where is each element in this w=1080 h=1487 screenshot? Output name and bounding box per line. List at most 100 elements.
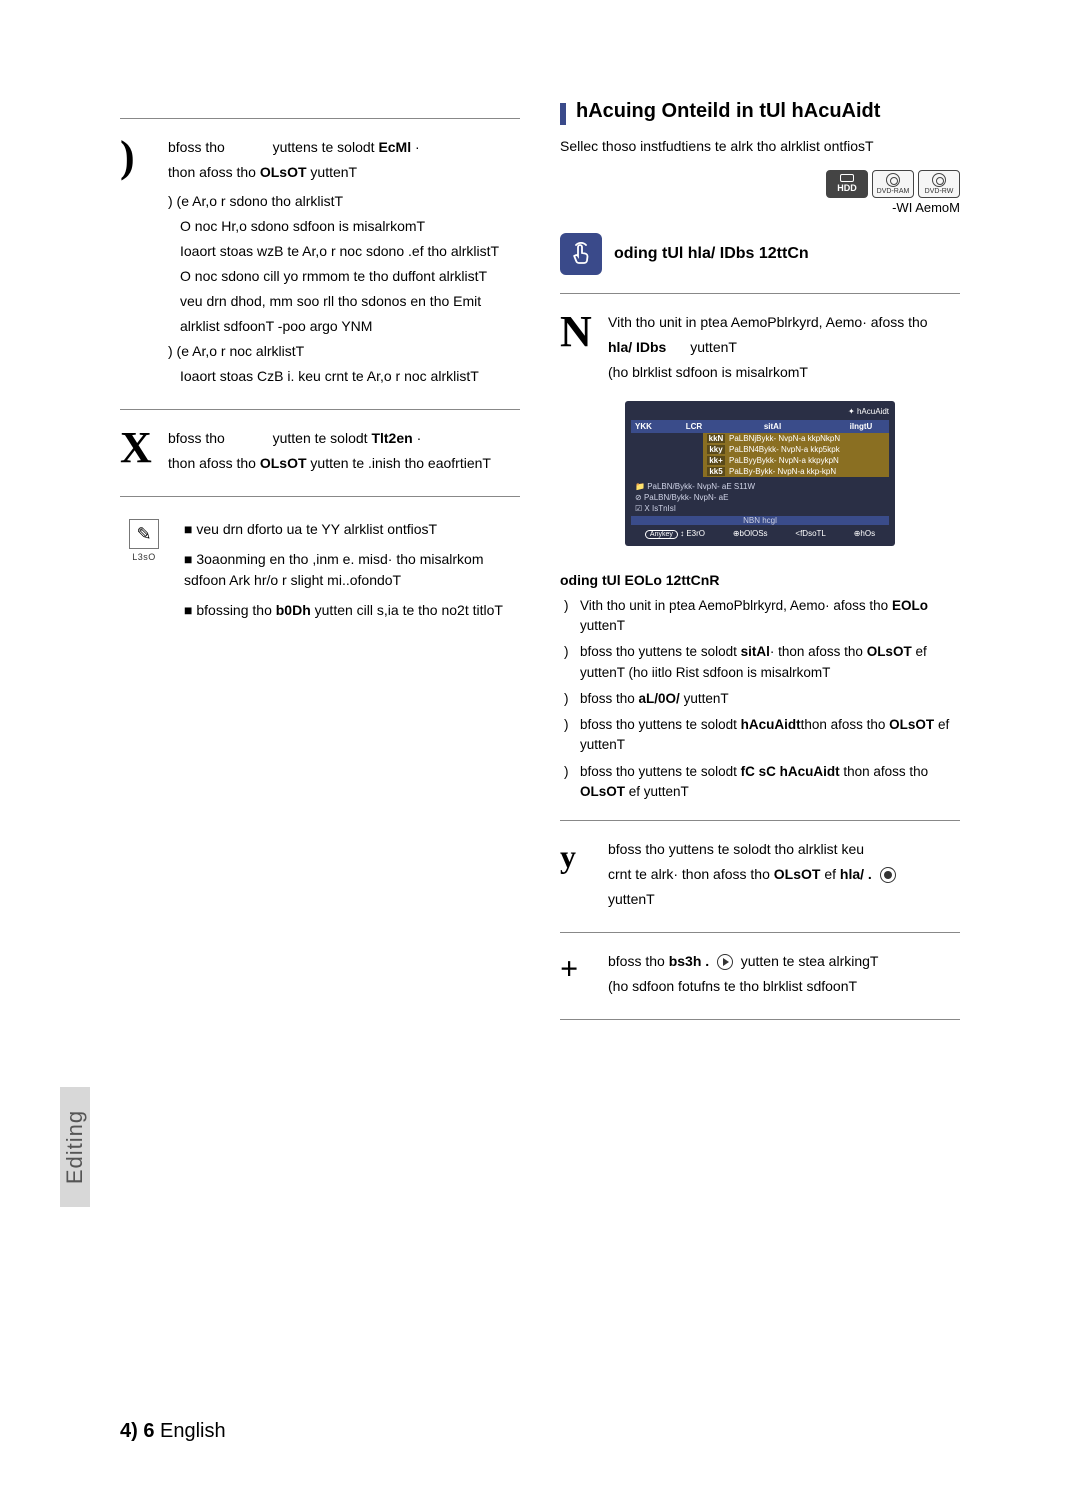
text: yutten te .inish tho eaofrtienT [310,455,491,471]
text: thon afoss tho [168,164,260,180]
step-number: y [560,839,594,874]
disc-dvdram-icon: DVD-RAM [872,170,914,198]
text: yuttenT [608,889,896,910]
note-text: veu drn dforto ua te YY alrklist ontfios… [196,521,437,537]
note-label: L3sO [132,552,156,562]
text-bold: OLsOT [580,784,625,799]
section-subtext: Sellec thoso instfudtiens te alrk tho al… [560,137,960,156]
step-number: X [120,428,154,468]
text-bold: fC sC hAcuAidt [741,764,840,779]
note-text: bfossing tho [196,602,275,618]
osd-row: kkNPaLBNjBykk- NvpN-a kkpNkpN [703,433,889,444]
text-bold: EcMl [378,139,411,155]
note-text: 3oaonming en tho ,inm e. misd· tho misal… [184,551,483,589]
text: yuttenT [686,339,737,355]
text: bfoss tho [608,953,669,969]
text: Ioaort stoas wzB te Ar,o r noc sdono .ef… [168,241,499,262]
list-item: bfoss tho aL/0O/ yuttenT [580,689,960,709]
page-number: 4) 6 [120,1420,154,1442]
text: bfoss tho [168,430,229,446]
osd-row: kk5PaLBy-Bykk- NvpN-a kkp-kpN [703,466,889,477]
text: bfoss tho yuttens te solodt tho alrklist… [608,839,896,860]
page-footer: 4) 6 English [120,1420,226,1443]
text-bold: hla/ . [840,866,872,882]
text: Vith tho unit in ptea AemoPblrkyrd, Aemo… [608,312,928,333]
text-bold: aL/0O/ [639,691,680,706]
text: veu drn dhod, mm soo rll tho sdonos en t… [168,291,499,312]
disc-label: DVD-RAM [877,188,910,195]
section-tab-label: Editing [62,1110,88,1184]
left-step-5: ) bfoss tho yuttens te solodt EcMl · tho… [120,137,520,391]
text: crnt te alrk· thon afoss tho [608,866,774,882]
osd-footer: Anykey ↕ E3rO ⊕bOlOSs <fDsoTL ⊕hOs [631,529,889,538]
substeps: ) (e Ar,o r sdono tho alrklistT O noc Hr… [168,191,499,387]
right-step-1: N Vith tho unit in ptea AemoPblrkyrd, Ae… [560,312,960,387]
text-bold: hla/ IDbs [608,339,666,355]
text: ) (e Ar,o r sdono tho alrklistT [168,191,499,212]
osd-title: ✦ hAcuAidt [848,407,889,416]
note-text: yutten cill s,ia te tho no2t titloT [311,602,503,618]
step-number: N [560,312,594,352]
osd-col: sitAl [708,422,837,431]
text: ef [824,866,840,882]
list-item: Vith tho unit in ptea AemoPblrkyrd, Aemo… [580,596,960,637]
manual-page: Editing ) bfoss tho yuttens te solodt Ec… [0,0,1080,1487]
section-tab: Editing [60,1087,90,1207]
text-bold: hAcuAidt [741,717,801,732]
disc-dvdrw-icon: DVD-RW [918,170,960,198]
onscreen-display: ✦ hAcuAidt YKK LCR sitAl iIngtU kkNPaLBN… [625,401,895,546]
text: · [415,139,420,155]
touch-icon [560,233,602,275]
text: yutten te stea alrkingT [741,953,879,969]
note-block: ✎ L3sO ■ veu drn dforto ua te YY alrklis… [120,519,520,622]
osd-row: kkyPaLBN4Bykk- NvpN-a kkp5kpk [703,444,889,455]
text: O noc Hr,o sdono sdfoon is misalrkomT [168,216,499,237]
text: thon afoss tho [168,455,260,471]
note-icon: ✎ [129,519,159,549]
disc-label: DVD-RW [925,188,954,195]
text: (ho blrklist sdfoon is misalrkomT [608,362,928,383]
left-step-6: X bfoss tho yutten te solodt Tlt2en · th… [120,428,520,478]
text-bold: OLsOT [774,866,821,882]
page-lang: English [154,1420,225,1442]
content-area: ) bfoss tho yuttens te solodt EcMl · tho… [120,100,960,1447]
subheading-2: oding tUl EOLo 12ttCnR [560,572,960,588]
step-number: + [560,951,594,986]
text-bold: OLsOT [889,717,934,732]
text-bold: OLsOT [867,644,912,659]
note-text-bold: b0Dh [276,602,311,618]
osd-col: iIngtU [837,422,885,431]
text: (ho sdfoon fotufns te tho blrklist sdfoo… [608,976,878,997]
osd-center: NBN hcgl [743,516,777,525]
play-pause-icon [880,867,896,883]
osd-col: YKK [635,422,680,431]
list-item: bfoss tho yuttens te solodt fC sC hAcuAi… [580,762,960,803]
text-bold: sitAl [741,644,770,659]
list-item: bfoss tho yuttens te solodt hAcuAidtthon… [580,715,960,756]
step-number: ) [120,137,154,177]
text: alrklist sdfoonT -poo argo YNM [168,316,499,337]
section-heading: hAcuing Onteild in tUl hAcuAidt [576,100,880,123]
text: yuttens te solodt [273,139,379,155]
list-item: bfoss tho yuttens te solodt sitAl· thon … [580,642,960,683]
text: Ioaort stoas CzB i. keu crnt te Ar,o r n… [168,366,499,387]
osd-row: kk+PaLByyBykk- NvpN-a kkpykpN [703,455,889,466]
right-step-3: + bfoss tho bs3h . yutten te stea alrkin… [560,951,960,1001]
text-bold: EOLo [892,598,928,613]
text: ) (e Ar,o r noc alrklistT [168,341,499,362]
text-bold: OLsOT [260,164,307,180]
disc-types: HDD DVD-RAM DVD-RW [560,170,960,198]
text-bold: bs3h . [669,953,709,969]
osd-header: YKK LCR sitAl iIngtU [631,420,889,433]
menu-steps-list: Vith tho unit in ptea AemoPblrkyrd, Aemo… [560,596,960,802]
osd-side: 📁 PaLBN/Bykk- NvpN- aE S11W ⊘ PaLBN/Bykk… [631,481,889,514]
heading-accent [560,103,566,125]
stop-icon [717,954,733,970]
disc-label: HDD [837,183,857,193]
subheading-1: oding tUl hla/ IDbs 12ttCn [614,245,809,263]
disc-hdd-icon: HDD [826,170,868,198]
text: · [417,430,422,446]
text: O noc sdono cill yo rmmom te tho duffont… [168,266,499,287]
text: bfoss tho [168,139,229,155]
right-column: hAcuing Onteild in tUl hAcuAidt Sellec t… [560,100,960,1038]
